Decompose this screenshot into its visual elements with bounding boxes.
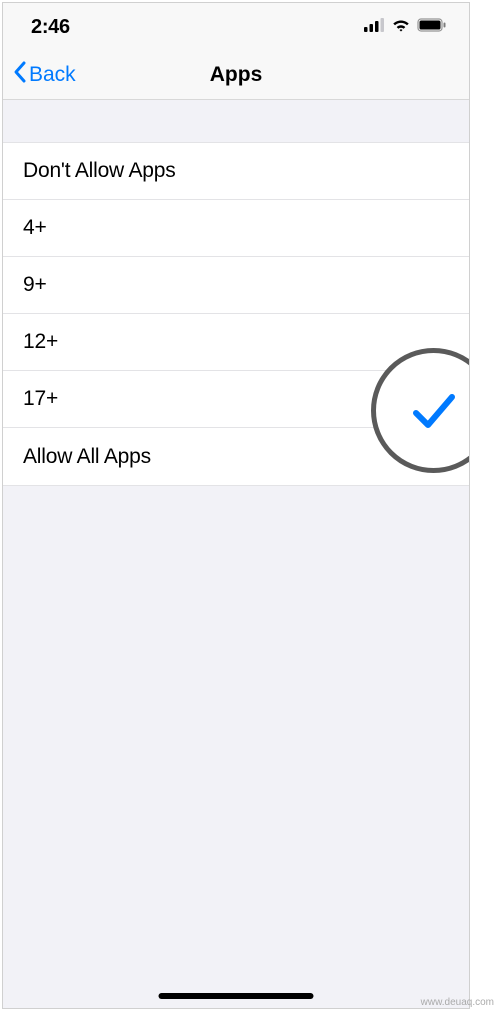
status-time: 2:46 bbox=[31, 16, 70, 39]
option-label: 12+ bbox=[23, 330, 58, 354]
home-indicator[interactable] bbox=[159, 993, 314, 999]
battery-icon bbox=[417, 18, 447, 37]
wifi-icon bbox=[391, 18, 411, 37]
back-label: Back bbox=[29, 63, 76, 87]
option-dont-allow[interactable]: Don't Allow Apps bbox=[3, 143, 469, 200]
checkmark-slot bbox=[421, 271, 449, 299]
option-9plus[interactable]: 9+ bbox=[3, 257, 469, 314]
cellular-icon bbox=[364, 18, 385, 37]
back-button[interactable]: Back bbox=[3, 60, 76, 90]
watermark: www.deuaq.com bbox=[421, 997, 494, 1008]
chevron-left-icon bbox=[12, 60, 27, 90]
option-4plus[interactable]: 4+ bbox=[3, 200, 469, 257]
option-label: 9+ bbox=[23, 273, 47, 297]
option-label: Don't Allow Apps bbox=[23, 159, 176, 183]
option-label: 4+ bbox=[23, 216, 47, 240]
checkmark-slot bbox=[421, 214, 449, 242]
nav-bar: Back Apps bbox=[3, 51, 469, 100]
checkmark-slot bbox=[421, 157, 449, 185]
section-spacer bbox=[3, 100, 469, 142]
page-title: Apps bbox=[210, 63, 263, 87]
checkmark-icon bbox=[409, 389, 459, 433]
option-label: Allow All Apps bbox=[23, 445, 151, 469]
option-label: 17+ bbox=[23, 387, 58, 411]
status-icons bbox=[364, 18, 447, 37]
status-bar: 2:46 bbox=[3, 3, 469, 51]
phone-screen: 2:46 Back Apps Don't Allow Apps bbox=[2, 2, 470, 1009]
